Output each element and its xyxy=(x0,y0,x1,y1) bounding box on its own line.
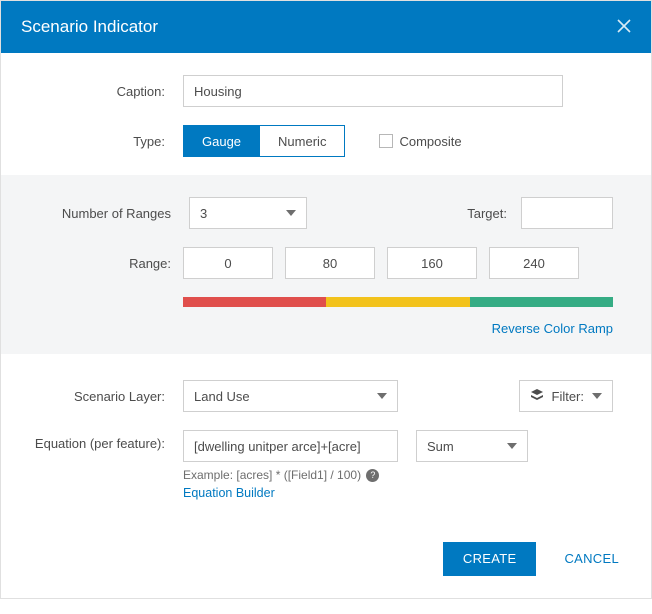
num-ranges-select[interactable]: 3 xyxy=(189,197,307,229)
type-numeric-button[interactable]: Numeric xyxy=(259,126,344,156)
type-gauge-button[interactable]: Gauge xyxy=(184,126,259,156)
num-ranges-label: Number of Ranges xyxy=(23,206,171,221)
chevron-down-icon xyxy=(507,443,517,449)
scenario-indicator-dialog: Scenario Indicator Caption: Type: Gauge … xyxy=(0,0,652,599)
num-ranges-value: 3 xyxy=(200,206,207,221)
range-input-3[interactable] xyxy=(489,247,579,279)
composite-checkbox-wrap[interactable]: Composite xyxy=(379,134,461,149)
caption-input[interactable] xyxy=(183,75,563,107)
dialog-title: Scenario Indicator xyxy=(21,17,617,37)
scenario-layer-value: Land Use xyxy=(194,389,250,404)
caption-label: Caption: xyxy=(23,84,183,99)
range-input-2[interactable] xyxy=(387,247,477,279)
dialog-titlebar: Scenario Indicator xyxy=(1,1,651,53)
dialog-footer: CREATE CANCEL xyxy=(1,518,651,598)
ramp-color-2 xyxy=(470,297,613,307)
target-label: Target: xyxy=(467,206,507,221)
color-ramp xyxy=(183,297,613,307)
filter-label: Filter: xyxy=(552,389,585,404)
aggregation-value: Sum xyxy=(427,439,454,454)
equation-label: Equation (per feature): xyxy=(23,430,183,451)
chevron-down-icon xyxy=(377,393,387,399)
ranges-panel: Number of Ranges 3 Target: Range: xyxy=(1,175,651,354)
ramp-color-0 xyxy=(183,297,326,307)
reverse-color-ramp-link[interactable]: Reverse Color Ramp xyxy=(492,321,613,336)
composite-checkbox[interactable] xyxy=(379,134,393,148)
ramp-color-1 xyxy=(326,297,469,307)
close-icon[interactable] xyxy=(617,18,631,36)
scenario-layer-label: Scenario Layer: xyxy=(23,389,183,404)
composite-label: Composite xyxy=(399,134,461,149)
chevron-down-icon xyxy=(286,210,296,216)
filter-button[interactable]: Filter: xyxy=(519,380,614,412)
aggregation-select[interactable]: Sum xyxy=(416,430,528,462)
layers-icon xyxy=(530,388,544,405)
help-icon[interactable]: ? xyxy=(366,469,379,482)
equation-input[interactable] xyxy=(183,430,398,462)
range-label: Range: xyxy=(23,256,171,271)
type-segmented: Gauge Numeric xyxy=(183,125,345,157)
equation-example: Example: [acres] * ([Field1] / 100) ? xyxy=(183,468,613,483)
type-label: Type: xyxy=(23,134,183,149)
chevron-down-icon xyxy=(592,393,602,399)
target-input[interactable] xyxy=(521,197,613,229)
equation-builder-link[interactable]: Equation Builder xyxy=(183,486,275,500)
range-input-1[interactable] xyxy=(285,247,375,279)
scenario-layer-select[interactable]: Land Use xyxy=(183,380,398,412)
range-input-0[interactable] xyxy=(183,247,273,279)
create-button[interactable]: CREATE xyxy=(443,542,537,576)
cancel-button[interactable]: CANCEL xyxy=(558,550,625,567)
